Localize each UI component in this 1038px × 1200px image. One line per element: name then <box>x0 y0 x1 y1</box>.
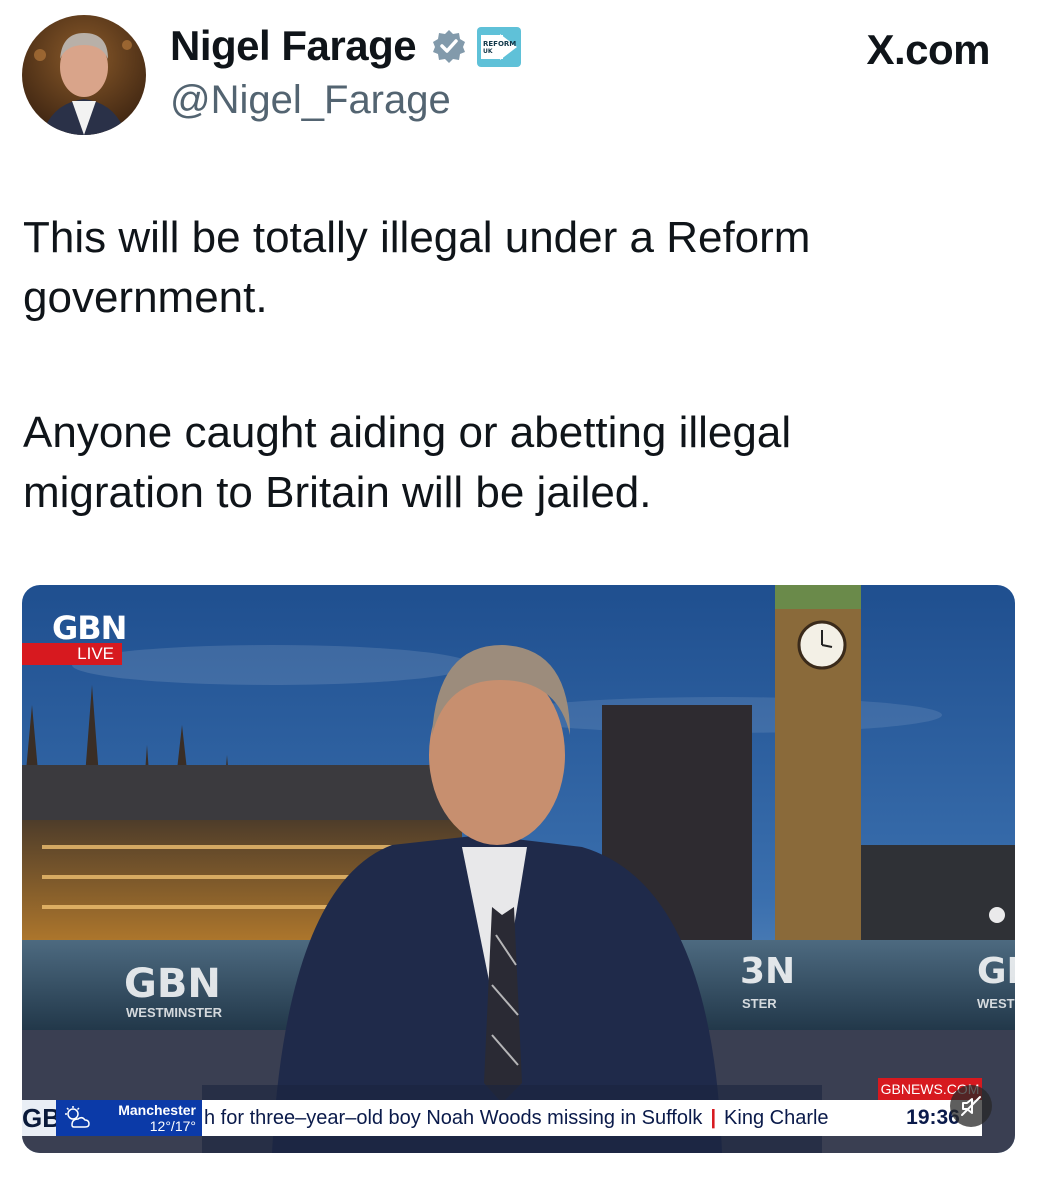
weather-city: Manchester <box>118 1102 196 1118</box>
desk-location-left: WESTMINSTER <box>126 1005 223 1020</box>
mute-button[interactable] <box>950 1085 992 1127</box>
channel-logo: GBN <box>52 609 127 647</box>
headline-separator: | <box>710 1107 717 1129</box>
news-ticker: GB Manchester 12°/17° h for three–year–o… <box>22 1100 982 1136</box>
video-frame <box>22 585 1015 1153</box>
live-badge: LIVE <box>22 643 122 665</box>
verified-badge-icon <box>431 28 467 64</box>
tweet-media-video[interactable]: GBN LIVE GBN WESTMINSTER 3N STER GI WEST… <box>22 585 1015 1153</box>
reform-uk-badge-icon: REFORM UK <box>476 26 522 68</box>
desk-location-mid: STER <box>742 996 777 1011</box>
ticker-headline: h for three–year–old boy Noah Woods miss… <box>204 1100 880 1136</box>
ticker-weather: Manchester 12°/17° <box>56 1100 202 1136</box>
display-name[interactable]: Nigel Farage <box>170 22 417 70</box>
desk-logo-left: GBN <box>124 961 221 1007</box>
svg-text:REFORM: REFORM <box>483 40 516 48</box>
site-label: X.com <box>866 26 990 73</box>
weather-temps: 12°/17° <box>149 1118 196 1134</box>
ticker-brand: GB <box>22 1100 56 1136</box>
weather-icon <box>64 1105 90 1131</box>
headline-text: h for three–year–old boy Noah Woods miss… <box>204 1107 703 1129</box>
tweet-paragraph-1: This will be totally illegal under a Ref… <box>23 213 811 322</box>
avatar[interactable] <box>22 15 146 135</box>
desk-logo-mid: 3N <box>740 951 796 992</box>
next-headline-text: King Charle <box>724 1107 829 1129</box>
tweet-paragraph-2: Anyone caught aiding or abetting illegal… <box>23 408 792 517</box>
user-handle[interactable]: @Nigel_Farage <box>170 78 451 123</box>
desk-logo-right: GI <box>977 951 1015 992</box>
desk-location-right: WEST <box>977 996 1015 1011</box>
svg-text:UK: UK <box>483 48 493 55</box>
